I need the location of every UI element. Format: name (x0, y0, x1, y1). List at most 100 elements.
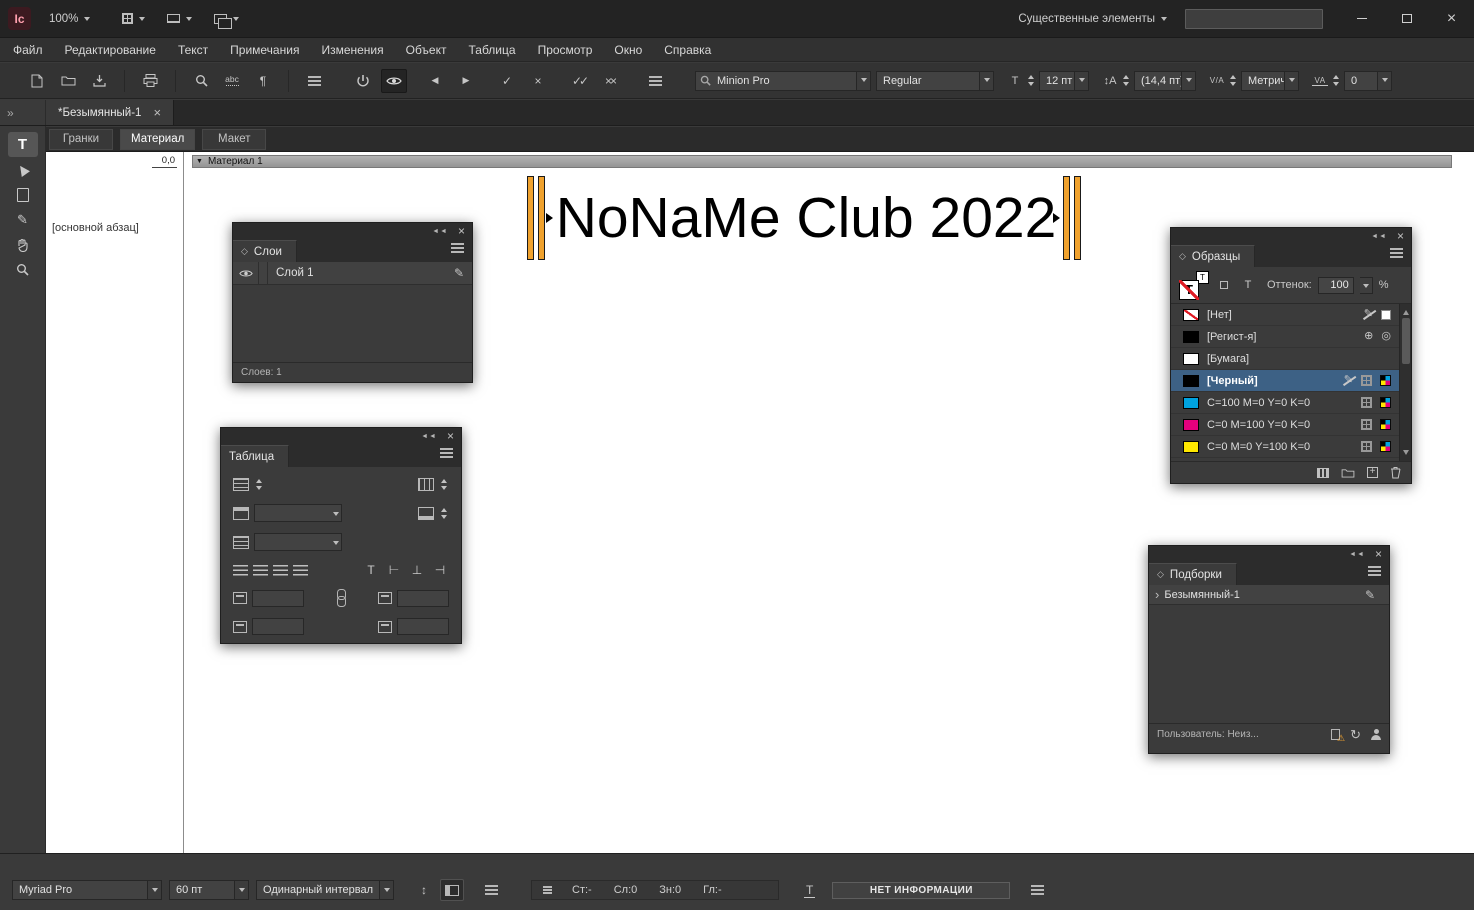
columns-stepper[interactable] (439, 476, 449, 493)
cell-inset-bottom-input[interactable] (397, 589, 449, 607)
formatting-affects-text-button[interactable]: T (1239, 277, 1257, 293)
show-swatch-kinds-button[interactable] (1317, 467, 1329, 478)
font-family-select[interactable]: Minion Pro (695, 70, 871, 91)
cell-inset-top-input[interactable] (252, 589, 304, 607)
kerning-stepper[interactable] (1228, 72, 1238, 89)
tracking-stepper[interactable] (1331, 72, 1341, 89)
rotate-text-270-button[interactable]: ⊣ (431, 562, 449, 578)
menu-item[interactable]: Примечания (219, 38, 310, 62)
search-input[interactable] (1185, 8, 1323, 29)
align-justify-button[interactable] (293, 564, 308, 576)
new-document-button[interactable] (24, 69, 50, 93)
table-panel-titlebar[interactable]: ◄◄ × (221, 428, 461, 444)
preview-changes-button[interactable] (381, 68, 407, 93)
collapse-panel-icon[interactable]: ◄◄ (1371, 233, 1387, 240)
swatch-row[interactable]: C=0 M=100 Y=0 K=0 (1171, 414, 1399, 436)
rows-stepper[interactable] (254, 476, 264, 493)
fill-stroke-proxy-icon[interactable]: T T (1179, 270, 1209, 300)
collapse-panel-icon[interactable]: ◄◄ (421, 433, 437, 440)
dropdown-button[interactable] (856, 71, 870, 90)
link-insets-icon[interactable] (336, 589, 346, 607)
scroll-up-icon[interactable] (1402, 307, 1409, 315)
next-change-button[interactable]: ▶ (453, 69, 479, 93)
layer-lock-cell[interactable] (259, 262, 268, 284)
print-button[interactable] (137, 69, 163, 93)
footer-rows-stepper[interactable] (439, 505, 449, 522)
expand-arrow-icon[interactable]: › (1155, 588, 1159, 601)
status-font-family-select[interactable]: Myriad Pro (12, 880, 162, 900)
close-panel-icon[interactable]: × (1375, 548, 1382, 560)
swatches-panel-tab[interactable]: ◇ Образцы (1171, 245, 1256, 267)
view-tab[interactable]: Материал (120, 128, 196, 150)
toolbar-menu-button[interactable] (301, 69, 327, 93)
swatches-scrollbar[interactable] (1399, 304, 1411, 461)
minimize-button[interactable] (1339, 0, 1384, 38)
swatch-row[interactable]: [Регист-я] ⊕ ◎ (1171, 326, 1399, 348)
align-center-button[interactable] (253, 564, 268, 576)
previous-change-button[interactable]: ◀ (422, 69, 448, 93)
layers-panel-titlebar[interactable]: ◄◄ × (233, 223, 472, 239)
open-button[interactable] (55, 69, 81, 93)
dropdown-button[interactable] (147, 881, 161, 899)
collapse-panel-icon[interactable]: ◄◄ (1349, 551, 1365, 558)
view-tab[interactable]: Макет (202, 128, 267, 150)
story-separator-bar[interactable]: ▼ Материал 1 (192, 155, 1452, 168)
arrange-documents-dropdown[interactable] (208, 11, 245, 29)
dropdown-button[interactable] (1074, 71, 1088, 90)
show-hidden-characters-button[interactable]: ¶ (250, 69, 276, 93)
screen-mode-dropdown[interactable] (161, 11, 198, 26)
rotate-text-180-button[interactable]: ⊥ (408, 562, 426, 578)
tint-input[interactable]: 100 (1317, 276, 1354, 294)
collapse-panel-icon[interactable]: ◄◄ (432, 228, 448, 235)
rotate-text-90-button[interactable]: ⊢ (385, 562, 403, 578)
accept-change-button[interactable]: ✓ (494, 69, 520, 93)
dropdown-button[interactable] (1377, 71, 1391, 90)
table-panel-menu-icon[interactable] (440, 452, 453, 454)
new-swatch-group-button[interactable] (1341, 468, 1355, 478)
row-height-select[interactable] (254, 533, 342, 551)
menu-item[interactable]: Объект (395, 38, 458, 62)
position-tool[interactable] (8, 157, 38, 182)
leading-field[interactable]: (14,4 пт) (1134, 70, 1196, 91)
menu-item[interactable]: Файл (2, 38, 54, 62)
table-panel-tab[interactable]: Таблица (221, 445, 290, 467)
assignments-panel-menu-icon[interactable] (1368, 570, 1381, 572)
menu-item[interactable]: Просмотр (527, 38, 604, 62)
hand-tool[interactable] (8, 232, 38, 257)
assignment-row[interactable]: › Безымянный-1 ✎ (1149, 585, 1389, 605)
kerning-field[interactable]: Метрич. (1241, 70, 1299, 91)
update-content-icon[interactable]: ↻ (1350, 728, 1361, 741)
copyfit-menu-button[interactable] (1031, 889, 1045, 891)
align-top-button[interactable] (233, 564, 248, 576)
maximize-button[interactable] (1384, 0, 1429, 38)
close-panel-icon[interactable]: × (458, 225, 465, 237)
leading-stepper[interactable] (1121, 72, 1131, 89)
status-font-size-select[interactable]: 60 пт (169, 880, 249, 900)
font-size-stepper[interactable] (1026, 72, 1036, 89)
swatch-row[interactable]: C=100 M=0 Y=0 K=0 (1171, 392, 1399, 414)
swatch-row[interactable]: C=0 M=0 Y=100 K=0 (1171, 436, 1399, 458)
changes-menu-button[interactable] (642, 69, 668, 93)
cell-inset-right-input[interactable] (397, 618, 449, 635)
swatches-panel-titlebar[interactable]: ◄◄ × (1171, 228, 1411, 244)
dropdown-button[interactable] (234, 881, 248, 899)
zoom-level-dropdown[interactable]: 100% (43, 11, 96, 27)
scrollbar-thumb[interactable] (1401, 318, 1410, 364)
close-button[interactable]: × (1429, 0, 1474, 38)
galley-menu-button[interactable] (485, 889, 498, 891)
close-panel-icon[interactable]: × (447, 430, 454, 442)
package-warning-icon[interactable]: ⚠ (1331, 729, 1345, 743)
user-icon[interactable] (1371, 729, 1381, 740)
menu-item[interactable]: Текст (167, 38, 219, 62)
story-text[interactable]: NoNaMe Club 2022 (556, 186, 1057, 250)
font-style-select[interactable]: Regular (876, 70, 994, 91)
line-spacing-select[interactable]: Одинарный интервал (256, 880, 394, 900)
swatch-row[interactable]: [Нет] ✎ (1171, 304, 1399, 326)
view-options-dropdown[interactable] (116, 11, 151, 26)
tint-dropdown-button[interactable] (1359, 276, 1373, 294)
expand-dock-icon[interactable]: » (7, 106, 14, 120)
rotate-text-0-button[interactable]: T (362, 562, 380, 578)
swatches-panel-menu-icon[interactable] (1390, 252, 1403, 254)
layer-visibility-toggle[interactable] (233, 262, 259, 284)
swatch-row[interactable]: [Черный] ✎ (1171, 370, 1399, 392)
